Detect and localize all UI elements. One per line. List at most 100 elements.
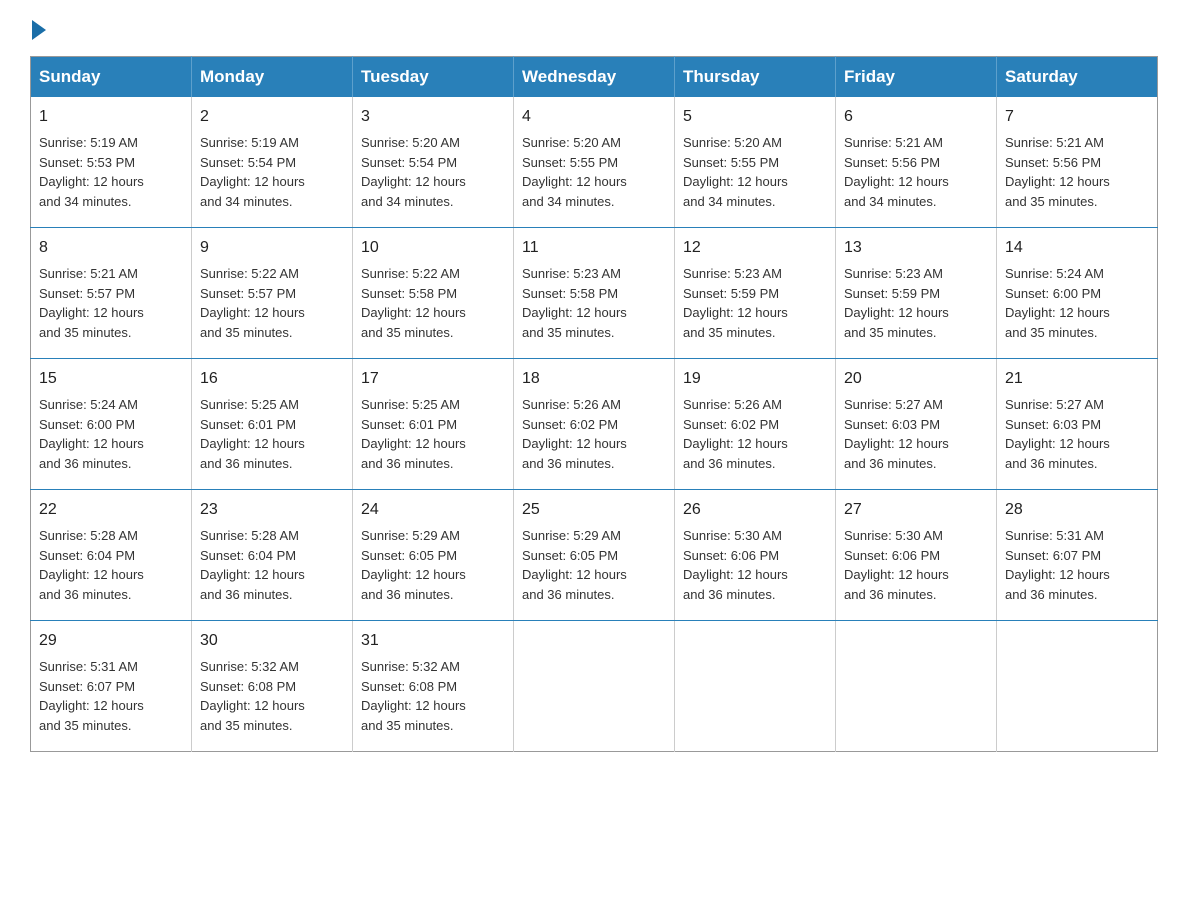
day-info: Sunrise: 5:28 AM Sunset: 6:04 PM Dayligh… xyxy=(39,528,144,602)
calendar-day-cell: 21Sunrise: 5:27 AM Sunset: 6:03 PM Dayli… xyxy=(997,359,1158,490)
calendar-day-cell: 4 Sunrise: 5:20 AM Sunset: 5:55 PM Daylig… xyxy=(514,97,675,228)
calendar-day-cell: 5Sunrise: 5:20 AM Sunset: 5:55 PM Daylig… xyxy=(675,97,836,228)
day-info: Sunrise: 5:21 AM Sunset: 5:57 PM Dayligh… xyxy=(39,266,144,340)
day-info: Sunrise: 5:32 AM Sunset: 6:08 PM Dayligh… xyxy=(361,659,466,733)
day-info: Sunrise: 5:29 AM Sunset: 6:05 PM Dayligh… xyxy=(361,528,466,602)
page-header xyxy=(30,20,1158,36)
day-info: Sunrise: 5:24 AM Sunset: 6:00 PM Dayligh… xyxy=(39,397,144,471)
day-number: 14 xyxy=(1005,236,1149,260)
day-number: 8 xyxy=(39,236,183,260)
calendar-day-cell: 6 Sunrise: 5:21 AM Sunset: 5:56 PM Daylig… xyxy=(836,97,997,228)
day-info: Sunrise: 5:29 AM Sunset: 6:05 PM Dayligh… xyxy=(522,528,627,602)
calendar-day-cell: 23 Sunrise: 5:28 AM Sunset: 6:04 PM Dayli… xyxy=(192,490,353,621)
day-number: 18 xyxy=(522,367,666,391)
calendar-day-cell: 25 Sunrise: 5:29 AM Sunset: 6:05 PM Dayli… xyxy=(514,490,675,621)
day-info: Sunrise: 5:19 AM Sunset: 5:53 PM Dayligh… xyxy=(39,135,144,209)
calendar-day-cell: 16 Sunrise: 5:25 AM Sunset: 6:01 PM Dayli… xyxy=(192,359,353,490)
day-info: Sunrise: 5:22 AM Sunset: 5:57 PM Dayligh… xyxy=(200,266,305,340)
day-info: Sunrise: 5:28 AM Sunset: 6:04 PM Dayligh… xyxy=(200,528,305,602)
day-number: 5 xyxy=(683,105,827,129)
day-number: 24 xyxy=(361,498,505,522)
calendar-day-cell: 17 Sunrise: 5:25 AM Sunset: 6:01 PM Dayli… xyxy=(353,359,514,490)
day-info: Sunrise: 5:31 AM Sunset: 6:07 PM Dayligh… xyxy=(39,659,144,733)
day-number: 13 xyxy=(844,236,988,260)
weekday-header-thursday: Thursday xyxy=(675,57,836,98)
day-info: Sunrise: 5:31 AM Sunset: 6:07 PM Dayligh… xyxy=(1005,528,1110,602)
calendar-day-cell: 2 Sunrise: 5:19 AM Sunset: 5:54 PM Daylig… xyxy=(192,97,353,228)
day-info: Sunrise: 5:22 AM Sunset: 5:58 PM Dayligh… xyxy=(361,266,466,340)
calendar-day-cell: 27 Sunrise: 5:30 AM Sunset: 6:06 PM Dayli… xyxy=(836,490,997,621)
calendar-day-cell: 30 Sunrise: 5:32 AM Sunset: 6:08 PM Dayli… xyxy=(192,621,353,752)
calendar-day-cell: 19 Sunrise: 5:26 AM Sunset: 6:02 PM Dayli… xyxy=(675,359,836,490)
calendar-day-cell: 18Sunrise: 5:26 AM Sunset: 6:02 PM Dayli… xyxy=(514,359,675,490)
day-info: Sunrise: 5:30 AM Sunset: 6:06 PM Dayligh… xyxy=(683,528,788,602)
day-info: Sunrise: 5:23 AM Sunset: 5:59 PM Dayligh… xyxy=(844,266,949,340)
day-number: 20 xyxy=(844,367,988,391)
calendar-day-cell: 7 Sunrise: 5:21 AM Sunset: 5:56 PM Daylig… xyxy=(997,97,1158,228)
day-info: Sunrise: 5:20 AM Sunset: 5:54 PM Dayligh… xyxy=(361,135,466,209)
day-number: 31 xyxy=(361,629,505,653)
day-number: 15 xyxy=(39,367,183,391)
day-number: 22 xyxy=(39,498,183,522)
day-number: 4 xyxy=(522,105,666,129)
calendar-day-cell xyxy=(997,621,1158,752)
calendar-week-row: 29 Sunrise: 5:31 AM Sunset: 6:07 PM Dayli… xyxy=(31,621,1158,752)
calendar-day-cell: 1 Sunrise: 5:19 AM Sunset: 5:53 PM Daylig… xyxy=(31,97,192,228)
day-info: Sunrise: 5:32 AM Sunset: 6:08 PM Dayligh… xyxy=(200,659,305,733)
calendar-day-cell xyxy=(514,621,675,752)
day-number: 2 xyxy=(200,105,344,129)
day-number: 26 xyxy=(683,498,827,522)
day-number: 19 xyxy=(683,367,827,391)
logo xyxy=(30,20,48,36)
day-info: Sunrise: 5:21 AM Sunset: 5:56 PM Dayligh… xyxy=(1005,135,1110,209)
calendar-week-row: 22 Sunrise: 5:28 AM Sunset: 6:04 PM Dayli… xyxy=(31,490,1158,621)
day-info: Sunrise: 5:19 AM Sunset: 5:54 PM Dayligh… xyxy=(200,135,305,209)
calendar-day-cell: 15 Sunrise: 5:24 AM Sunset: 6:00 PM Dayli… xyxy=(31,359,192,490)
day-number: 11 xyxy=(522,236,666,260)
day-number: 16 xyxy=(200,367,344,391)
day-info: Sunrise: 5:20 AM Sunset: 5:55 PM Dayligh… xyxy=(522,135,627,209)
calendar-day-cell xyxy=(675,621,836,752)
day-number: 27 xyxy=(844,498,988,522)
calendar-day-cell: 24 Sunrise: 5:29 AM Sunset: 6:05 PM Dayli… xyxy=(353,490,514,621)
calendar-table: SundayMondayTuesdayWednesdayThursdayFrid… xyxy=(30,56,1158,752)
calendar-day-cell: 20Sunrise: 5:27 AM Sunset: 6:03 PM Dayli… xyxy=(836,359,997,490)
day-info: Sunrise: 5:23 AM Sunset: 5:59 PM Dayligh… xyxy=(683,266,788,340)
calendar-day-cell: 28Sunrise: 5:31 AM Sunset: 6:07 PM Dayli… xyxy=(997,490,1158,621)
day-number: 23 xyxy=(200,498,344,522)
weekday-header-saturday: Saturday xyxy=(997,57,1158,98)
calendar-day-cell: 29 Sunrise: 5:31 AM Sunset: 6:07 PM Dayli… xyxy=(31,621,192,752)
calendar-day-cell: 12Sunrise: 5:23 AM Sunset: 5:59 PM Dayli… xyxy=(675,228,836,359)
day-info: Sunrise: 5:30 AM Sunset: 6:06 PM Dayligh… xyxy=(844,528,949,602)
calendar-day-cell: 14Sunrise: 5:24 AM Sunset: 6:00 PM Dayli… xyxy=(997,228,1158,359)
weekday-header-sunday: Sunday xyxy=(31,57,192,98)
weekday-header-wednesday: Wednesday xyxy=(514,57,675,98)
calendar-day-cell: 9 Sunrise: 5:22 AM Sunset: 5:57 PM Daylig… xyxy=(192,228,353,359)
day-number: 9 xyxy=(200,236,344,260)
calendar-day-cell: 10 Sunrise: 5:22 AM Sunset: 5:58 PM Dayli… xyxy=(353,228,514,359)
day-number: 1 xyxy=(39,105,183,129)
day-number: 17 xyxy=(361,367,505,391)
calendar-day-cell: 26 Sunrise: 5:30 AM Sunset: 6:06 PM Dayli… xyxy=(675,490,836,621)
day-info: Sunrise: 5:26 AM Sunset: 6:02 PM Dayligh… xyxy=(683,397,788,471)
day-number: 3 xyxy=(361,105,505,129)
day-number: 25 xyxy=(522,498,666,522)
day-info: Sunrise: 5:25 AM Sunset: 6:01 PM Dayligh… xyxy=(361,397,466,471)
calendar-day-cell: 31 Sunrise: 5:32 AM Sunset: 6:08 PM Dayli… xyxy=(353,621,514,752)
logo-arrow-icon xyxy=(32,20,46,40)
day-number: 21 xyxy=(1005,367,1149,391)
calendar-day-cell: 13 Sunrise: 5:23 AM Sunset: 5:59 PM Dayli… xyxy=(836,228,997,359)
calendar-day-cell: 11 Sunrise: 5:23 AM Sunset: 5:58 PM Dayli… xyxy=(514,228,675,359)
day-number: 29 xyxy=(39,629,183,653)
weekday-header-tuesday: Tuesday xyxy=(353,57,514,98)
day-info: Sunrise: 5:25 AM Sunset: 6:01 PM Dayligh… xyxy=(200,397,305,471)
day-number: 30 xyxy=(200,629,344,653)
day-number: 7 xyxy=(1005,105,1149,129)
calendar-day-cell: 3 Sunrise: 5:20 AM Sunset: 5:54 PM Daylig… xyxy=(353,97,514,228)
day-number: 10 xyxy=(361,236,505,260)
calendar-week-row: 15 Sunrise: 5:24 AM Sunset: 6:00 PM Dayli… xyxy=(31,359,1158,490)
day-info: Sunrise: 5:21 AM Sunset: 5:56 PM Dayligh… xyxy=(844,135,949,209)
day-number: 6 xyxy=(844,105,988,129)
day-info: Sunrise: 5:23 AM Sunset: 5:58 PM Dayligh… xyxy=(522,266,627,340)
calendar-week-row: 8 Sunrise: 5:21 AM Sunset: 5:57 PM Daylig… xyxy=(31,228,1158,359)
